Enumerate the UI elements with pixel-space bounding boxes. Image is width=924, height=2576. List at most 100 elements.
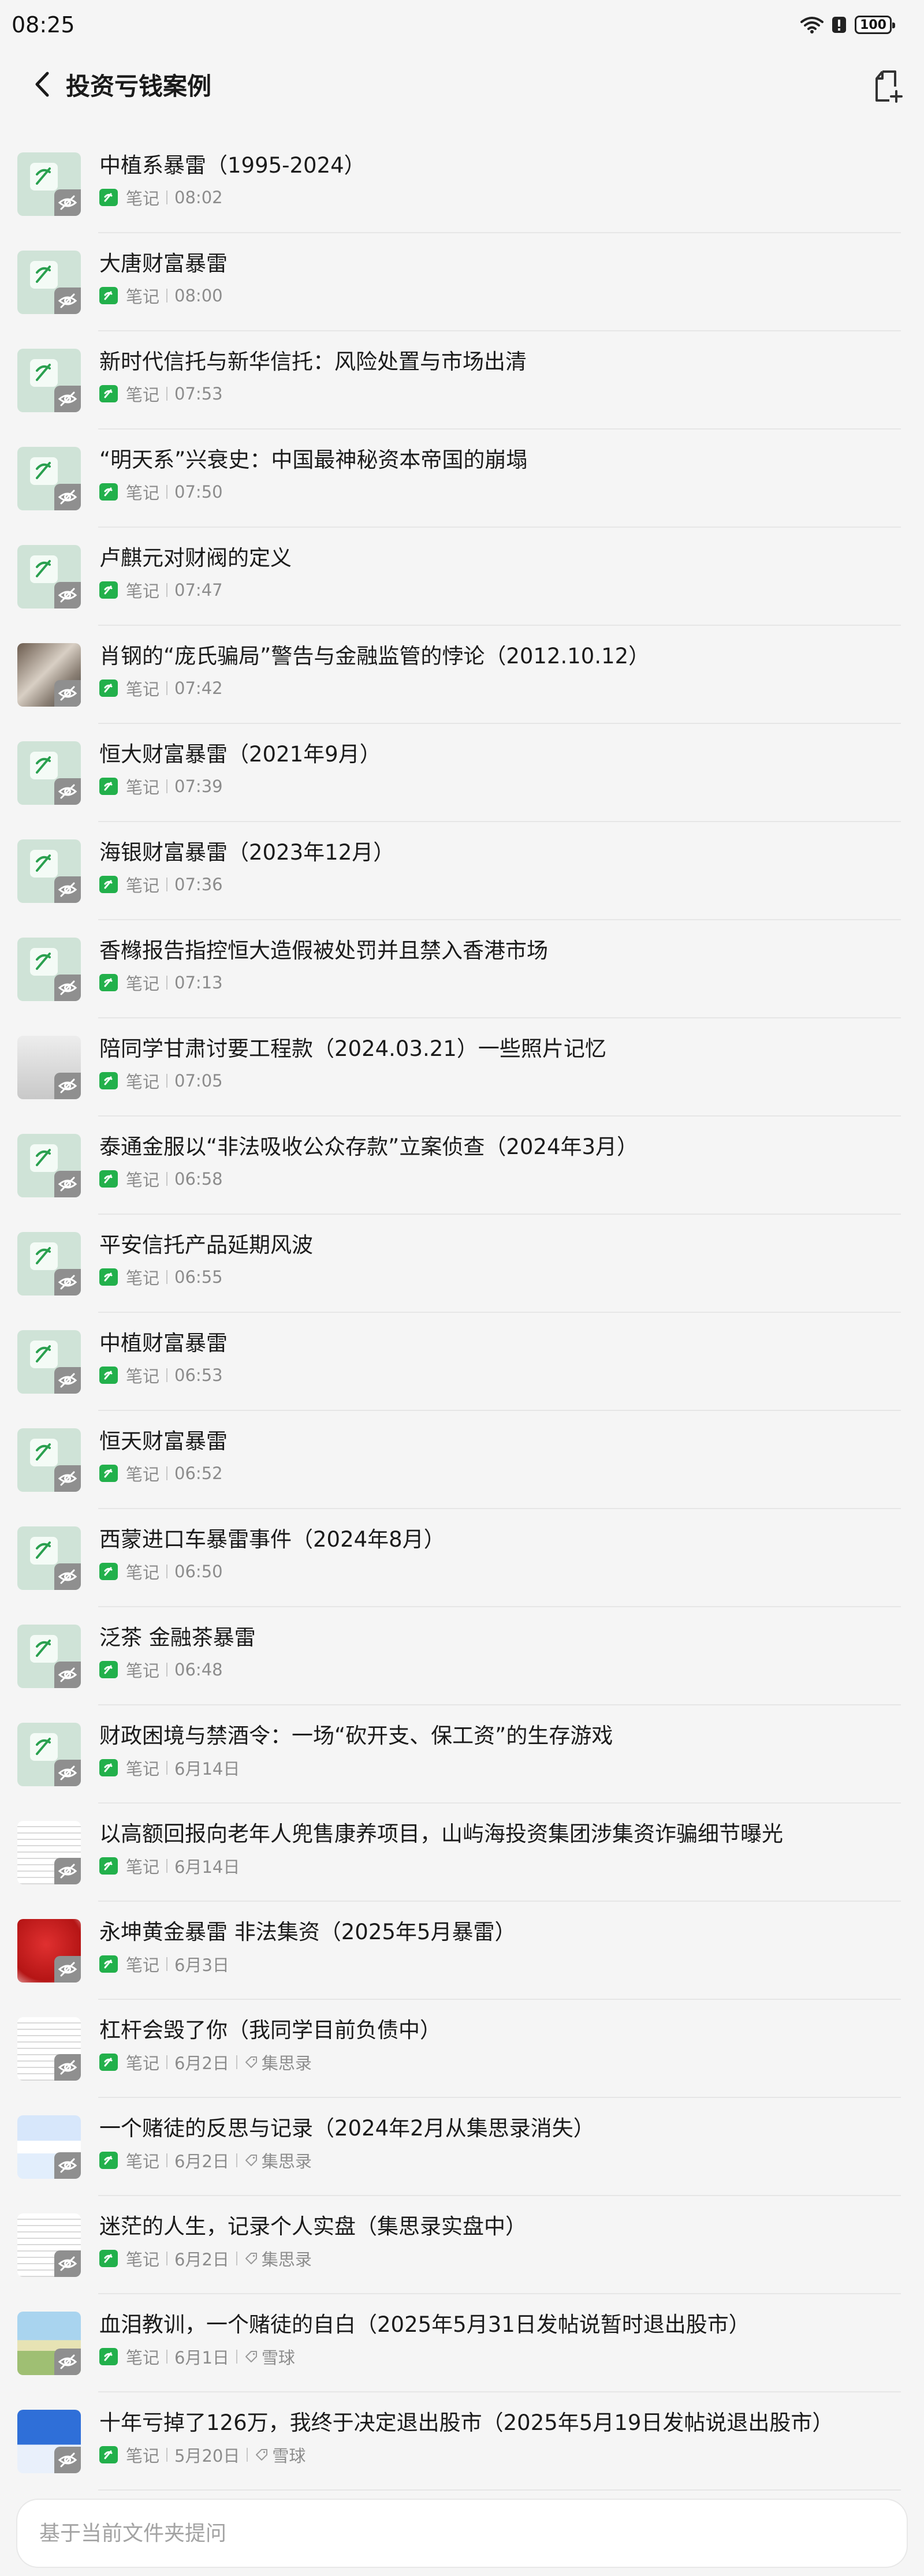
note-content: 一个赌徒的反思与记录（2024年2月从集思录消失） 笔记 6月2日 集思录 xyxy=(99,2114,901,2171)
meta-separator xyxy=(236,2252,237,2265)
note-list-item[interactable]: 以高额回报向老年人兜售康养项目，山屿海投资集团涉集资诈骗细节曝光 笔记 6月14… xyxy=(0,1804,924,1902)
note-title: 陪同学甘肃讨要工程款（2024.03.21）一些照片记忆 xyxy=(99,1036,606,1061)
note-content: 泛茶 金融茶暴雷 笔记 06:48 xyxy=(99,1623,901,1681)
note-type-icon xyxy=(99,189,118,206)
note-time: 6月14日 xyxy=(174,1759,240,1779)
note-list-item[interactable]: 新时代信托与新华信托：风险处置与市场出清 笔记 07:53 xyxy=(0,331,924,430)
note-thumbnail xyxy=(17,152,81,216)
tag-icon xyxy=(255,2448,269,2462)
note-time: 5月20日 xyxy=(174,2446,240,2466)
note-title: 永坤黄金暴雷 非法集资（2025年5月暴雷） xyxy=(99,1920,516,1944)
note-title: 新时代信托与新华信托：风险处置与市场出清 xyxy=(99,349,527,374)
meta-separator xyxy=(166,2448,168,2462)
note-content: 财政困境与禁酒令：一场“砍开支、保工资”的生存游戏 笔记 6月14日 xyxy=(99,1722,901,1779)
note-list-item[interactable]: 香橼报告指控恒大造假被处罚并且禁入香港市场 笔记 07:13 xyxy=(0,920,924,1018)
note-content: 恒大财富暴雷（2021年9月） 笔记 07:39 xyxy=(99,740,901,797)
note-list-item[interactable]: 卢麒元对财阀的定义 笔记 07:47 xyxy=(0,528,924,626)
note-title: “明天系”兴衰史：中国最神秘资本帝国的崩塌 xyxy=(99,447,528,472)
hidden-eye-icon xyxy=(54,2349,81,2375)
note-title: 恒天财富暴雷 xyxy=(99,1429,228,1454)
ask-input[interactable] xyxy=(39,2521,885,2545)
meta-separator xyxy=(247,2448,248,2462)
note-type-icon xyxy=(99,1465,118,1482)
note-type-icon xyxy=(99,1857,118,1875)
hidden-eye-icon xyxy=(54,1465,81,1492)
note-type: 笔记 xyxy=(126,1465,160,1484)
note-type: 笔记 xyxy=(126,1661,160,1681)
back-button[interactable] xyxy=(22,61,62,107)
note-list-item[interactable]: 大唐财富暴雷 笔记 08:00 xyxy=(0,233,924,331)
note-time: 07:36 xyxy=(174,875,223,894)
note-meta: 笔记 08:00 xyxy=(99,285,901,307)
note-list-item[interactable]: 肖钢的“庞氏骗局”警告与金融监管的悖论（2012.10.12） 笔记 07:42 xyxy=(0,626,924,724)
note-type-icon xyxy=(99,2152,118,2169)
meta-separator xyxy=(166,583,168,597)
note-list-item[interactable]: 血泪教训，一个赌徒的自白（2025年5月31日发帖说暂时退出股市） 笔记 6月1… xyxy=(0,2294,924,2392)
new-note-button[interactable] xyxy=(865,64,911,110)
note-list-item[interactable]: 海银财富暴雷（2023年12月） 笔记 07:36 xyxy=(0,822,924,920)
note-placeholder-icon xyxy=(30,1733,58,1761)
note-list-item[interactable]: 恒大财富暴雷（2021年9月） 笔记 07:39 xyxy=(0,724,924,822)
hidden-eye-icon xyxy=(54,876,81,903)
note-list-item[interactable]: 一个赌徒的反思与记录（2024年2月从集思录消失） 笔记 6月2日 集思录 xyxy=(0,2098,924,2196)
note-title: 西蒙进口车暴雷事件（2024年8月） xyxy=(99,1527,445,1552)
note-placeholder-icon xyxy=(30,1635,58,1663)
note-type: 笔记 xyxy=(126,483,160,503)
note-type: 笔记 xyxy=(126,1072,160,1092)
note-list-item[interactable]: 财政困境与禁酒令：一场“砍开支、保工资”的生存游戏 笔记 6月14日 xyxy=(0,1705,924,1804)
note-list-item[interactable]: 泛茶 金融茶暴雷 笔记 06:48 xyxy=(0,1607,924,1705)
note-list-item[interactable]: 平安信托产品延期风波 笔记 06:55 xyxy=(0,1215,924,1313)
note-list-item[interactable]: 永坤黄金暴雷 非法集资（2025年5月暴雷） 笔记 6月3日 xyxy=(0,1902,924,2000)
note-list-item[interactable]: 恒天财富暴雷 笔记 06:52 xyxy=(0,1411,924,1509)
note-content: 迷茫的人生，记录个人实盘（集思录实盘中） 笔记 6月2日 集思录 xyxy=(99,2212,901,2269)
note-time: 6月2日 xyxy=(174,2054,229,2073)
note-list-item[interactable]: 陪同学甘肃讨要工程款（2024.03.21）一些照片记忆 笔记 07:05 xyxy=(0,1018,924,1117)
ask-bar[interactable] xyxy=(17,2500,907,2567)
tag-icon xyxy=(244,2350,258,2364)
tag-icon xyxy=(244,2055,258,2069)
note-title: 香橼报告指控恒大造假被处罚并且禁入香港市场 xyxy=(99,938,548,963)
note-content: 中植系暴雷（1995-2024） 笔记 08:02 xyxy=(99,151,901,208)
hidden-eye-icon xyxy=(54,1760,81,1786)
note-title: 一个赌徒的反思与记录（2024年2月从集思录消失） xyxy=(99,2116,595,2141)
note-list-item[interactable]: 十年亏掉了126万，我终于决定退出股市（2025年5月19日发帖说退出股市） 笔… xyxy=(0,2392,924,2491)
note-list-item[interactable]: 迷茫的人生，记录个人实盘（集思录实盘中） 笔记 6月2日 集思录 xyxy=(0,2196,924,2294)
note-type: 笔记 xyxy=(126,287,160,307)
new-document-icon xyxy=(875,70,903,103)
note-content: 香橼报告指控恒大造假被处罚并且禁入香港市场 笔记 07:13 xyxy=(99,936,901,994)
note-list-item[interactable]: “明天系”兴衰史：中国最神秘资本帝国的崩塌 笔记 07:50 xyxy=(0,430,924,528)
meta-separator xyxy=(166,1270,168,1284)
note-thumbnail xyxy=(17,1919,81,1983)
note-meta: 笔记 08:02 xyxy=(99,187,901,208)
note-list-item[interactable]: 中植财富暴雷 笔记 06:53 xyxy=(0,1313,924,1411)
note-list-item[interactable]: 泰通金服以“非法吸收公众存款”立案侦查（2024年3月） 笔记 06:58 xyxy=(0,1117,924,1215)
note-type-icon xyxy=(99,2348,118,2365)
note-list-item[interactable]: 中植系暴雷（1995-2024） 笔记 08:02 xyxy=(0,135,924,233)
note-list-item[interactable]: 西蒙进口车暴雷事件（2024年8月） 笔记 06:50 xyxy=(0,1509,924,1607)
note-content: 西蒙进口车暴雷事件（2024年8月） 笔记 06:50 xyxy=(99,1525,901,1582)
note-type-icon xyxy=(99,876,118,893)
note-content: “明天系”兴衰史：中国最神秘资本帝国的崩塌 笔记 07:50 xyxy=(99,446,901,503)
chevron-left-icon xyxy=(35,72,49,97)
note-list-item[interactable]: 杠杆会毁了你（我同学目前负债中） 笔记 6月2日 集思录 xyxy=(0,2000,924,2098)
note-type: 笔记 xyxy=(126,581,160,601)
note-content: 肖钢的“庞氏骗局”警告与金融监管的悖论（2012.10.12） 笔记 07:42 xyxy=(99,642,901,699)
note-time: 07:50 xyxy=(174,482,223,502)
hidden-eye-icon xyxy=(54,582,81,608)
note-title: 卢麒元对财阀的定义 xyxy=(99,546,292,570)
note-title: 杠杆会毁了你（我同学目前负债中） xyxy=(99,2018,441,2043)
note-content: 卢麒元对财阀的定义 笔记 07:47 xyxy=(99,544,901,601)
hidden-eye-icon xyxy=(54,778,81,805)
note-meta: 笔记 07:39 xyxy=(99,776,901,797)
note-time: 07:47 xyxy=(174,580,223,600)
note-type-icon xyxy=(99,974,118,991)
note-title: 海银财富暴雷（2023年12月） xyxy=(99,840,395,865)
note-time: 08:02 xyxy=(174,188,223,207)
note-placeholder-icon xyxy=(30,457,58,485)
meta-separator xyxy=(166,1663,168,1677)
status-bar: 08:25 100 xyxy=(0,0,924,50)
note-thumbnail xyxy=(17,2410,81,2473)
note-placeholder-icon xyxy=(30,1537,58,1565)
note-thumbnail xyxy=(17,2312,81,2375)
note-meta: 笔记 6月3日 xyxy=(99,1954,901,1975)
